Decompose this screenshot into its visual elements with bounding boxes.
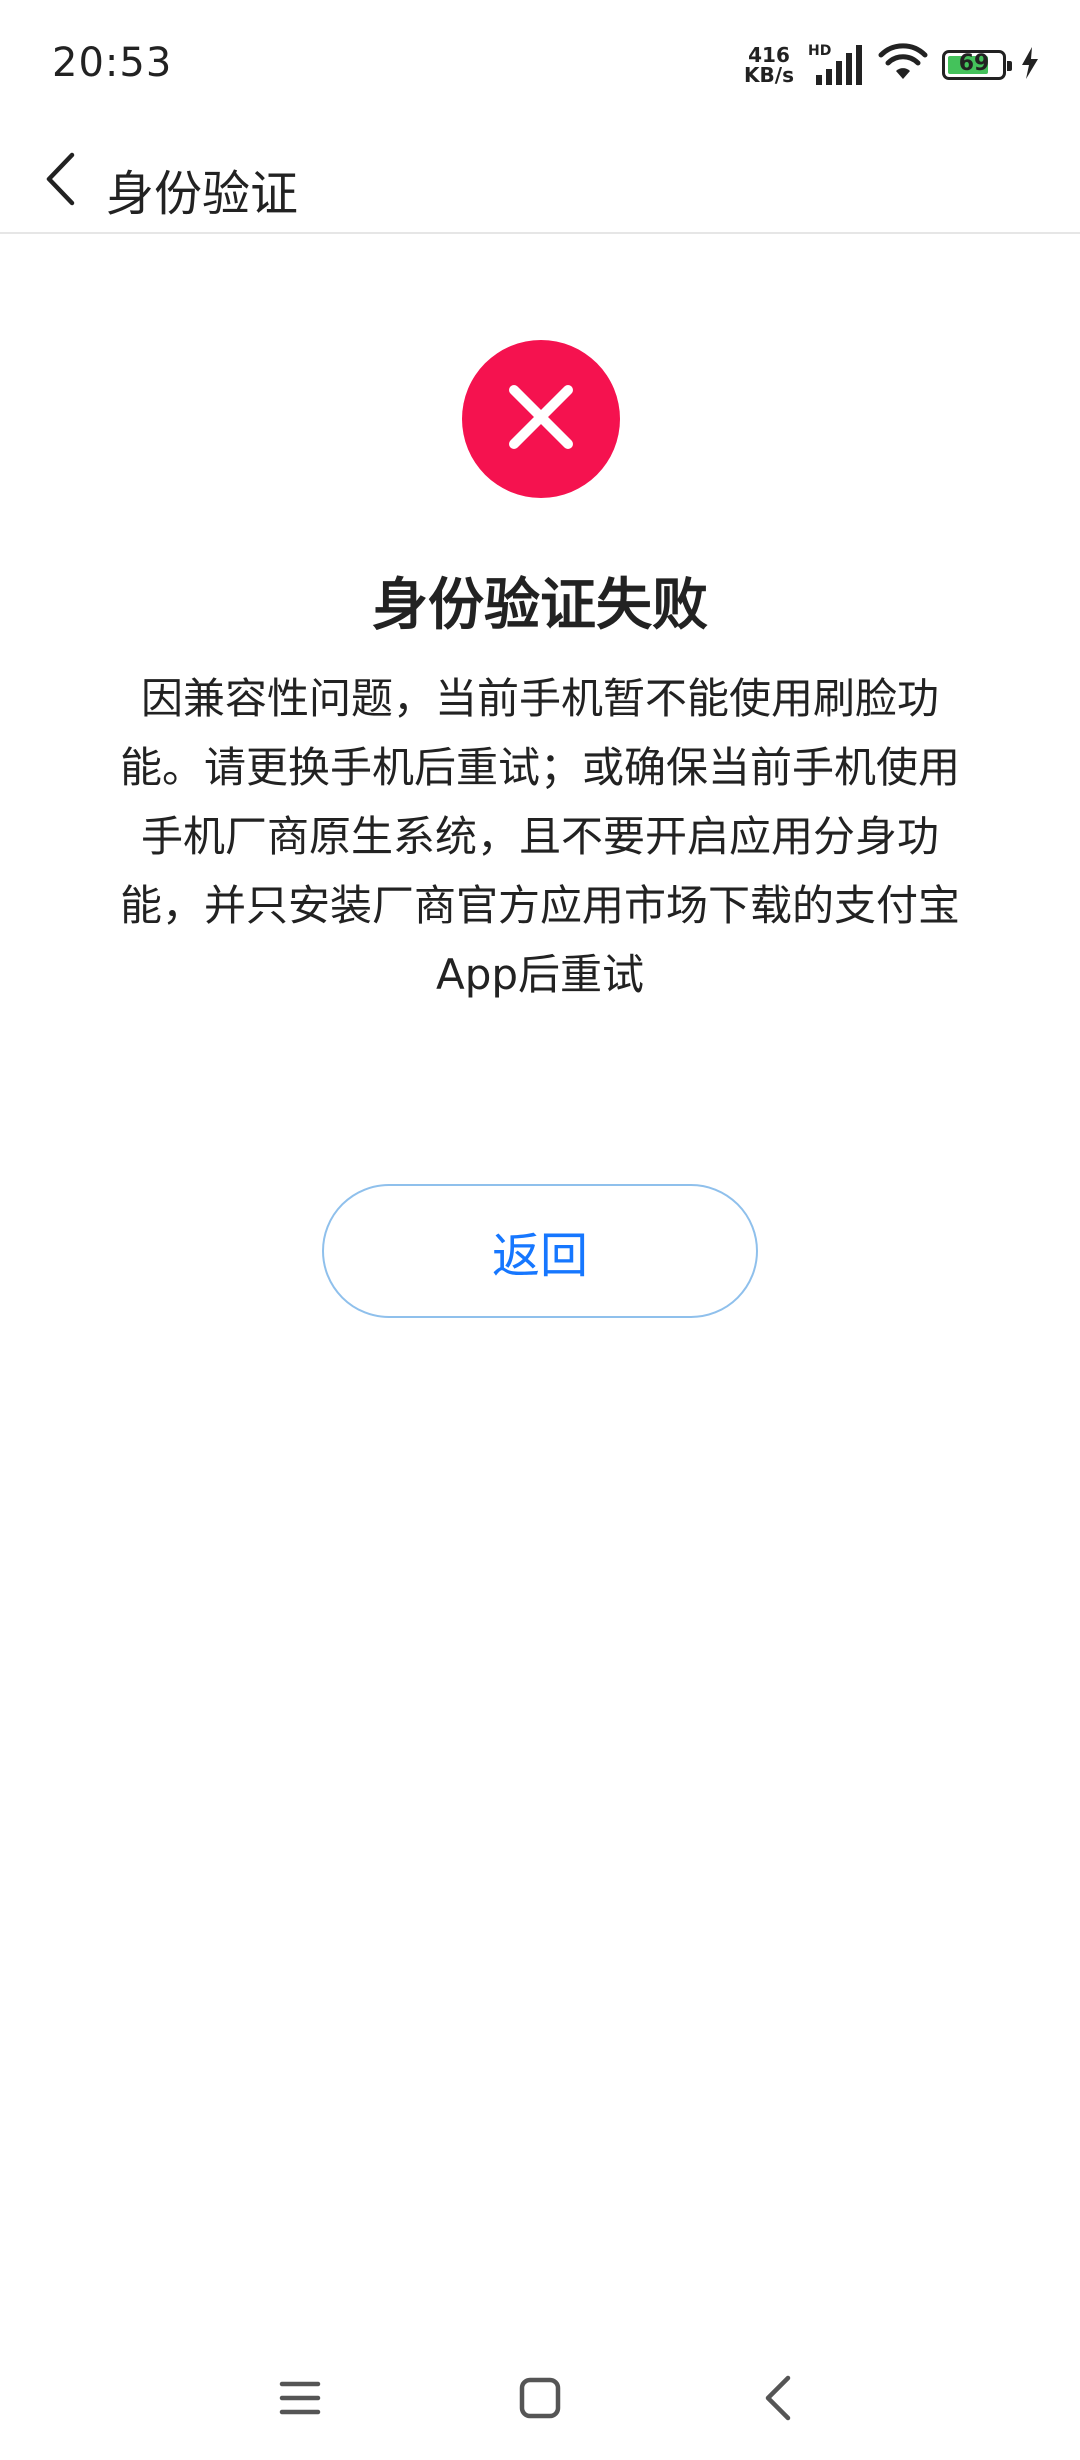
home-button[interactable] <box>500 2360 580 2440</box>
network-speed-value: 416 <box>748 43 790 67</box>
top-app-bar: 身份验证 <box>0 130 1080 234</box>
network-speed-unit: KB/s <box>744 63 794 87</box>
network-speed: 416 KB/s <box>744 45 794 85</box>
error-badge <box>462 340 620 498</box>
return-button[interactable]: 返回 <box>322 1184 758 1318</box>
status-bar: 20:53 416 KB/s HD 69 <box>0 0 1080 130</box>
page-title: 身份验证 <box>106 166 299 222</box>
system-nav-bar <box>0 2340 1080 2460</box>
charging-icon <box>1020 47 1040 83</box>
system-back-button[interactable] <box>738 2360 818 2440</box>
home-icon <box>518 2376 562 2424</box>
chevron-left-icon <box>44 152 76 210</box>
cell-signal-icon: HD <box>808 43 864 87</box>
menu-icon <box>278 2378 322 2422</box>
status-time: 20:53 <box>52 40 173 86</box>
battery-icon: 69 <box>942 50 1012 80</box>
result-title: 身份验证失败 <box>372 573 708 638</box>
wifi-icon <box>878 43 928 87</box>
battery-level: 69 <box>958 51 990 76</box>
back-button[interactable] <box>28 146 92 216</box>
status-icons: 416 KB/s HD 69 <box>744 40 1040 90</box>
result-message: 因兼容性问题，当前手机暂不能使用刷脸功能。请更换手机后重试；或确保当前手机使用手… <box>119 674 960 999</box>
back-icon <box>762 2374 794 2426</box>
close-icon <box>506 382 576 456</box>
hd-label: HD <box>808 43 832 59</box>
menu-button[interactable] <box>260 2360 340 2440</box>
